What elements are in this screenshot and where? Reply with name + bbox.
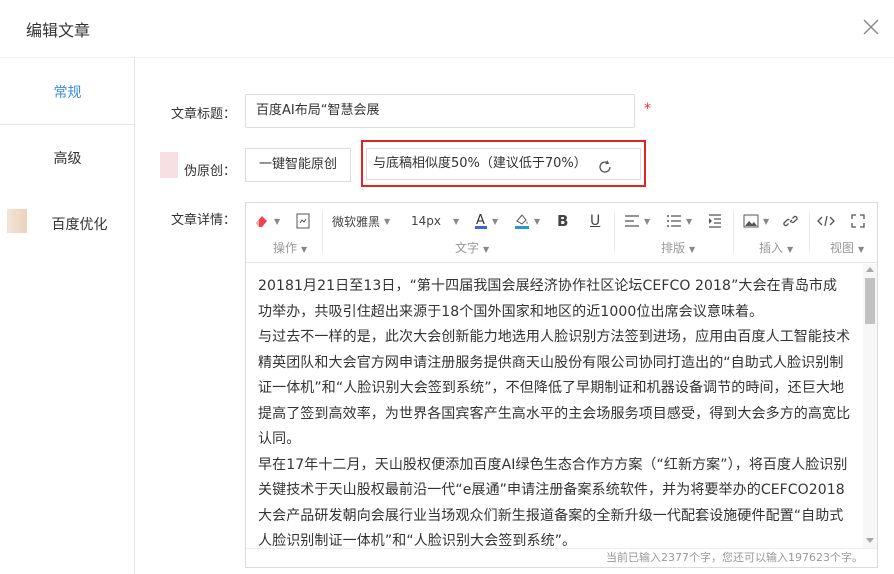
bold-icon[interactable]: B <box>557 211 568 231</box>
scroll-down-arrow-icon[interactable] <box>866 538 874 543</box>
group-layout-label: 排版 <box>661 241 686 255</box>
toolbar-separator <box>733 211 734 253</box>
editor-paragraph: 早在17年十二月，天山股权便添加百度AI绿色生态合作方方案（“红新方案”），将百… <box>258 456 848 549</box>
dialog-title: 编辑文章 <box>26 21 91 40</box>
original-label: 伪原创： <box>183 164 236 179</box>
title-label: 文章标题： <box>170 107 236 122</box>
link-icon[interactable] <box>783 211 799 231</box>
editor-scrollbar[interactable] <box>863 264 877 548</box>
svg-text:A: A <box>476 213 485 228</box>
group-text-label: 文字 <box>455 241 480 255</box>
image-icon[interactable]: ▼ <box>743 211 769 231</box>
rich-text-editor: ▼ 操作 ▼ 微软雅黑 ▼ 14px ▼ A ▼ ▼ B U 文字 ▼ ▼ ▼ 排版 ▼ ▼ <box>245 202 878 568</box>
group-text[interactable]: 文字 ▼ <box>455 239 489 256</box>
word-count-status: 当前已输入2377个字，您还可以输入197623个字。 <box>246 548 877 567</box>
fullscreen-icon[interactable] <box>851 211 865 231</box>
toolbar-separator <box>322 211 323 253</box>
editor-paragraph: 20181月21日至13日，“第十四届我国会展经济协作社区论坛CEFCO 201… <box>258 278 838 320</box>
underline-icon[interactable]: U <box>590 211 600 231</box>
similarity-highlight: 与底稿相似度50%（建议低于70%） <box>361 140 646 187</box>
close-icon[interactable] <box>858 14 884 40</box>
group-view[interactable]: 视图 ▼ <box>830 239 864 256</box>
dialog-header: 编辑文章 <box>0 0 894 58</box>
list-icon[interactable]: ▼ <box>666 211 692 231</box>
toolbar-separator <box>809 211 810 253</box>
smart-original-button[interactable]: 一键智能原创 <box>245 148 351 182</box>
font-color-icon[interactable]: A ▼ <box>474 211 498 231</box>
sidebar-item-baidu-seo[interactable]: 百度优化 <box>12 214 147 234</box>
refresh-icon[interactable] <box>597 157 613 173</box>
similarity-field: 与底稿相似度50%（建议低于70%） <box>366 148 641 180</box>
font-size-select[interactable]: 14px ▼ <box>411 211 459 231</box>
group-operation[interactable]: 操作 ▼ <box>273 239 307 256</box>
group-view-label: 视图 <box>830 241 855 255</box>
sidebar: 常规 高级 百度优化 <box>0 58 135 574</box>
required-mark: * <box>644 101 651 117</box>
code-view-icon[interactable] <box>817 211 835 231</box>
scroll-up-arrow-icon[interactable] <box>866 267 874 272</box>
scroll-thumb[interactable] <box>865 278 875 324</box>
sidebar-item-general[interactable]: 常规 <box>0 82 135 102</box>
similarity-text: 与底稿相似度50%（建议低于70%） <box>373 156 587 171</box>
title-input[interactable]: 百度AI布局“智慧会展 <box>245 94 635 128</box>
group-layout[interactable]: 排版 ▼ <box>661 239 695 256</box>
group-insert[interactable]: 插入 ▼ <box>759 239 793 256</box>
editor-content[interactable]: 20181月21日至13日，“第十四届我国会展经济协作社区论坛CEFCO 201… <box>246 264 863 548</box>
highlight-color-icon[interactable]: ▼ <box>514 211 540 231</box>
sidebar-divider <box>0 124 135 125</box>
font-family-value: 微软雅黑 <box>332 214 381 229</box>
sidebar-item-advanced[interactable]: 高级 <box>0 148 135 168</box>
indent-icon[interactable] <box>708 211 722 231</box>
toolbar-separator <box>614 211 615 253</box>
eraser-icon[interactable]: ▼ <box>254 211 280 231</box>
detail-label: 文章详情： <box>170 213 236 228</box>
font-size-value: 14px <box>411 214 441 228</box>
source-code-icon[interactable] <box>296 211 310 231</box>
group-operation-label: 操作 <box>273 241 298 255</box>
align-icon[interactable]: ▼ <box>624 211 650 231</box>
group-insert-label: 插入 <box>759 241 784 255</box>
font-family-select[interactable]: 微软雅黑 ▼ <box>332 211 390 231</box>
editor-toolbar: ▼ 操作 ▼ 微软雅黑 ▼ 14px ▼ A ▼ ▼ B U 文字 ▼ ▼ ▼ 排版 ▼ ▼ <box>246 203 877 263</box>
original-badge <box>160 152 178 178</box>
editor-paragraph: 与过去不一样的是，此次大会创新能力地选用人脸识别方法签到进场，应用由百度人工智能… <box>258 329 851 447</box>
